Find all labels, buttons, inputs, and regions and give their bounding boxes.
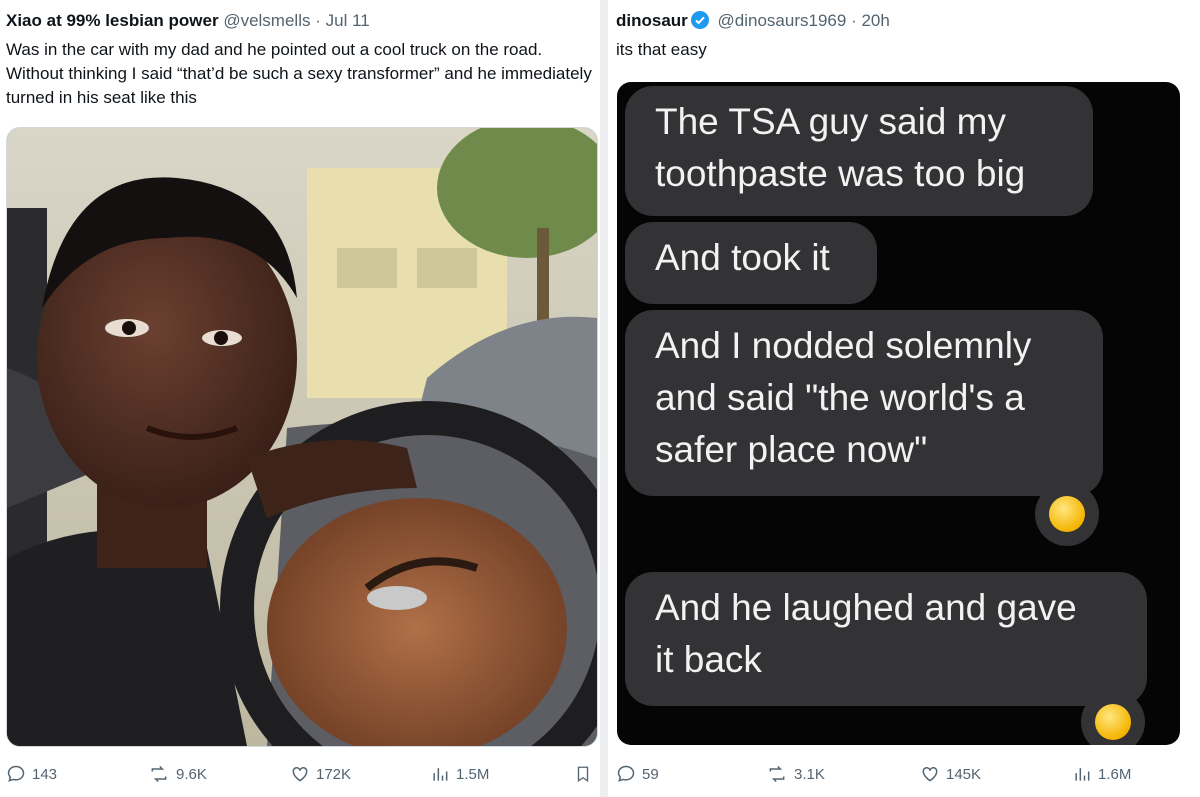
reply-button[interactable]: 59 — [616, 764, 659, 784]
heart-icon — [922, 766, 938, 782]
views-count: 1.6M — [1098, 765, 1132, 783]
tweet-text: Was in the car with my dad and he pointe… — [6, 40, 592, 107]
repost-icon — [769, 765, 785, 783]
repost-count: 3.1K — [794, 765, 825, 783]
chat-message: And took it — [625, 222, 877, 304]
reply-count: 59 — [642, 765, 659, 783]
tweet-photo[interactable] — [6, 127, 598, 747]
message-line: toothpaste was too big — [655, 153, 1026, 194]
message-line: The TSA guy said my — [655, 101, 1006, 142]
views-button[interactable]: 1.5M — [430, 764, 489, 784]
message-line: And he laughed and gave — [655, 587, 1077, 628]
reply-icon — [617, 765, 635, 782]
repost-button[interactable]: 3.1K — [766, 764, 825, 784]
chat-message: And he laughed and gave it back — [625, 572, 1147, 706]
tweet-header: dinosaur @dinosaurs1969 · 20h — [616, 10, 1194, 32]
separator-dot: · — [315, 11, 321, 30]
chat-message: The TSA guy said my toothpaste was too b… — [625, 86, 1093, 216]
message-line: it back — [655, 639, 762, 680]
tweet-right: dinosaur @dinosaurs1969 · 20h its that e… — [608, 0, 1200, 797]
author-name[interactable]: dinosaur — [616, 11, 688, 30]
message-line: And took it — [655, 237, 830, 278]
reply-count: 143 — [32, 765, 58, 783]
repost-icon — [151, 765, 167, 783]
message-line: and said "the world's a — [655, 377, 1025, 418]
like-button[interactable]: 172K — [290, 764, 351, 784]
chat-message: And I nodded solemnly and said "the worl… — [625, 310, 1103, 496]
repost-button[interactable]: 9.6K — [148, 764, 207, 784]
message-line: safer place now" — [655, 429, 928, 470]
tweet-header: Xiao at 99% lesbian power @velsmells · J… — [6, 10, 594, 32]
timestamp[interactable]: Jul 11 — [326, 11, 370, 30]
action-bar: 143 9.6K 172K 1.5M — [0, 764, 600, 786]
like-count: 145K — [946, 765, 982, 783]
message-line: And I nodded solemnly — [655, 325, 1032, 366]
photo-illustration — [7, 128, 597, 746]
tweet-text: its that easy — [616, 40, 707, 59]
repost-count: 9.6K — [176, 765, 207, 783]
tweet-left: Xiao at 99% lesbian power @velsmells · J… — [0, 0, 600, 797]
timestamp[interactable]: 20h — [861, 11, 889, 30]
author-name[interactable]: Xiao at 99% lesbian power — [6, 11, 219, 30]
separator-dot: · — [851, 11, 857, 30]
like-button[interactable]: 145K — [920, 764, 981, 784]
bookmark-button[interactable] — [574, 764, 592, 784]
reply-icon — [7, 765, 25, 782]
views-chart-icon — [433, 768, 448, 781]
laughing-emoji-icon — [1035, 482, 1099, 546]
chat-screenshot-image[interactable]: The TSA guy said my toothpaste was too b… — [617, 82, 1180, 745]
bookmark-icon — [577, 766, 589, 783]
laughing-emoji-icon — [1081, 690, 1145, 745]
verified-badge-icon — [690, 11, 709, 29]
views-button[interactable]: 1.6M — [1072, 764, 1131, 784]
like-count: 172K — [316, 765, 352, 783]
views-count: 1.5M — [456, 765, 490, 783]
author-handle[interactable]: @dinosaurs1969 — [718, 11, 847, 30]
author-handle[interactable]: @velsmells — [223, 11, 310, 30]
heart-icon — [292, 766, 308, 782]
reply-button[interactable]: 143 — [6, 764, 57, 784]
action-bar: 59 3.1K 145K 1.6M — [608, 764, 1200, 786]
views-chart-icon — [1075, 768, 1090, 781]
